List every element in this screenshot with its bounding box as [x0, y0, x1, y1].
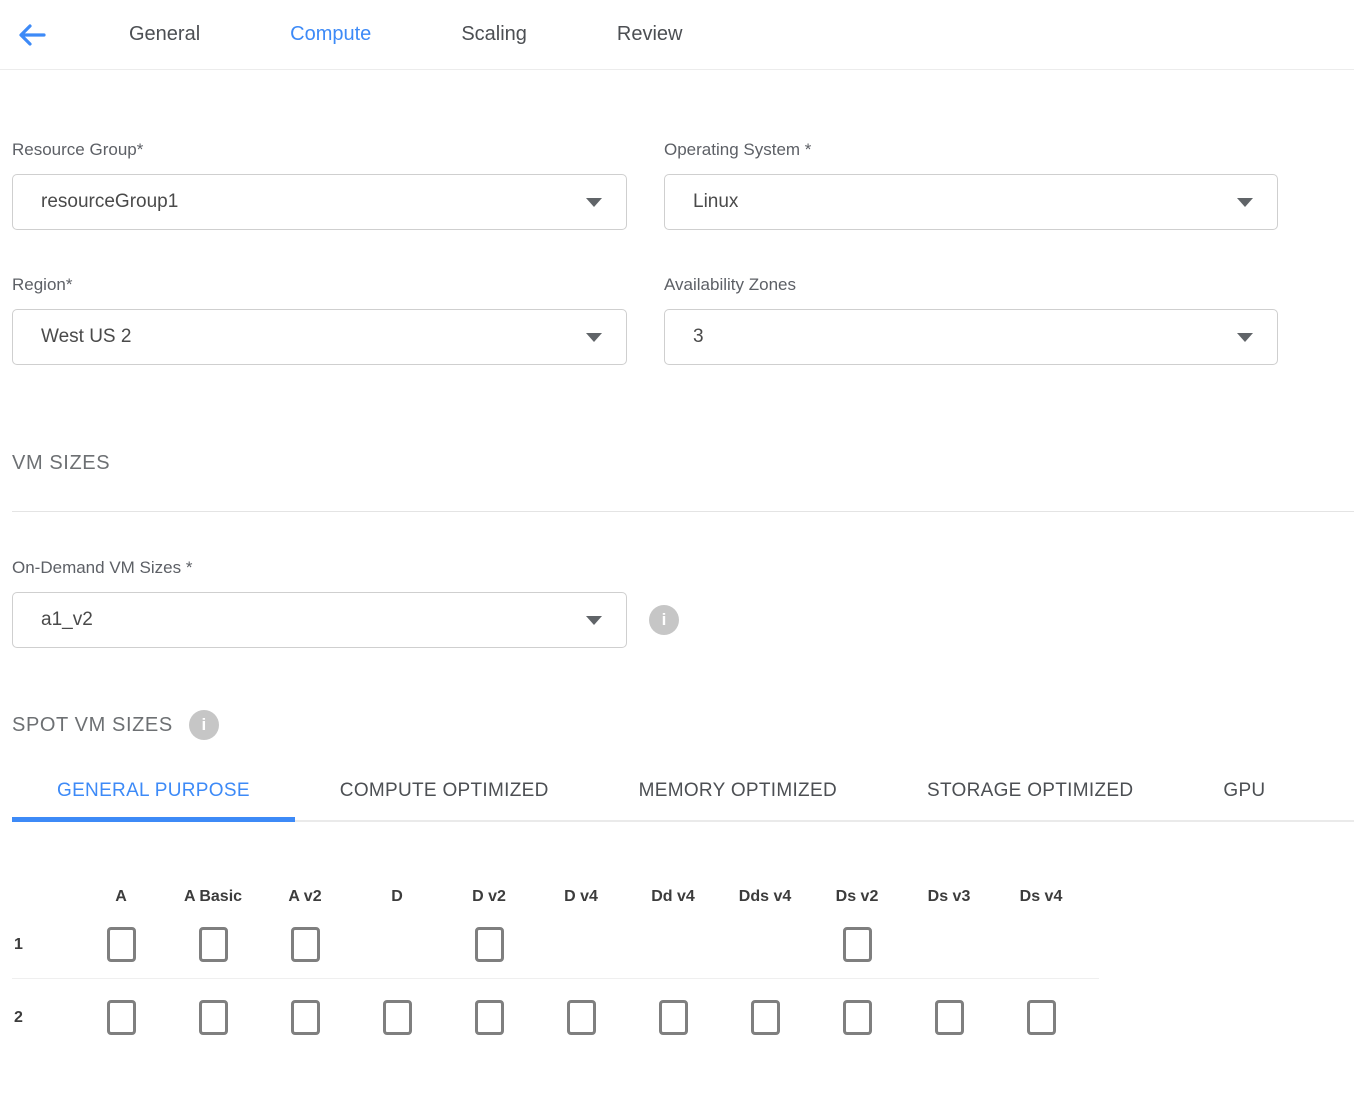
grid-cell [443, 1000, 535, 1035]
resource-group-label: Resource Group* [12, 140, 627, 160]
grid-cell [811, 1000, 903, 1035]
region-label: Region* [12, 275, 627, 295]
section-divider [12, 511, 1354, 512]
main-content: Resource Group* resourceGroup1 Operating… [0, 140, 1354, 1035]
info-icon[interactable]: i [189, 710, 219, 740]
top-navigation-bar: General Compute Scaling Review [0, 0, 1354, 70]
tab-general[interactable]: General [129, 23, 200, 46]
on-demand-vm-sizes-dropdown[interactable]: a1_v2 [12, 592, 627, 648]
dropdown-caret-icon [586, 198, 602, 207]
info-icon[interactable]: i [649, 605, 679, 635]
tab-compute[interactable]: Compute [290, 23, 371, 46]
column-header-d: D [351, 888, 443, 906]
checkbox-row2-dds-v4[interactable] [751, 1000, 780, 1035]
on-demand-vm-sizes-label: On-Demand VM Sizes * [12, 558, 1354, 578]
checkbox-row2-ds-v2[interactable] [843, 1000, 872, 1035]
row-label: 1 [12, 936, 75, 954]
spot-grid: AA BasicA v2DD v2D v4Dd v4Dds v4Ds v2Ds … [12, 888, 1354, 1035]
tab-gpu[interactable]: GPU [1178, 780, 1310, 820]
grid-cell [995, 1000, 1087, 1035]
column-header-a-basic: A Basic [167, 888, 259, 906]
back-button[interactable] [15, 18, 49, 52]
tab-compute-optimized[interactable]: COMPUTE OPTIMIZED [295, 780, 594, 820]
tab-scaling[interactable]: Scaling [461, 23, 527, 46]
on-demand-row: a1_v2 i [12, 592, 1354, 648]
grid-cell [167, 927, 259, 962]
operating-system-dropdown[interactable]: Linux [664, 174, 1278, 230]
grid-cell [75, 1000, 167, 1035]
on-demand-vm-sizes-value: a1_v2 [41, 609, 93, 631]
checkbox-row2-d[interactable] [383, 1000, 412, 1035]
tab-general-purpose[interactable]: GENERAL PURPOSE [12, 780, 295, 820]
dropdown-caret-icon [1237, 333, 1253, 342]
checkbox-row2-a-basic[interactable] [199, 1000, 228, 1035]
availability-zones-value: 3 [693, 326, 704, 348]
tab-storage-optimized[interactable]: STORAGE OPTIMIZED [882, 780, 1178, 820]
checkbox-row2-a[interactable] [107, 1000, 136, 1035]
grid-cell [75, 927, 167, 962]
column-header-ds-v2: Ds v2 [811, 888, 903, 906]
checkbox-row2-a-v2[interactable] [291, 1000, 320, 1035]
wizard-tabs: General Compute Scaling Review [129, 23, 683, 46]
availability-zones-label: Availability Zones [664, 275, 1278, 295]
column-header-a-v2: A v2 [259, 888, 351, 906]
operating-system-label: Operating System * [664, 140, 1278, 160]
dropdown-caret-icon [586, 616, 602, 625]
operating-system-value: Linux [693, 191, 738, 213]
resource-group-value: resourceGroup1 [41, 191, 178, 213]
tab-memory-optimized[interactable]: MEMORY OPTIMIZED [594, 780, 882, 820]
spot-vm-category-tabs: GENERAL PURPOSE COMPUTE OPTIMIZED MEMORY… [12, 780, 1354, 822]
field-availability-zones: Availability Zones 3 [664, 275, 1278, 365]
field-operating-system: Operating System * Linux [664, 140, 1278, 230]
grid-cell [811, 927, 903, 962]
checkbox-row1-a-basic[interactable] [199, 927, 228, 962]
checkbox-row1-a-v2[interactable] [291, 927, 320, 962]
checkbox-row1-a[interactable] [107, 927, 136, 962]
grid-cell [259, 1000, 351, 1035]
checkbox-row2-d-v4[interactable] [567, 1000, 596, 1035]
checkbox-row1-d-v2[interactable] [475, 927, 504, 962]
region-value: West US 2 [41, 326, 131, 348]
arrow-left-icon [16, 19, 48, 51]
form-fields: Resource Group* resourceGroup1 Operating… [12, 140, 1354, 365]
grid-cell [351, 1000, 443, 1035]
checkbox-row2-ds-v4[interactable] [1027, 1000, 1056, 1035]
column-header-ds-v4: Ds v4 [995, 888, 1087, 906]
spot-vm-sizes-header: SPOT VM SIZES i [12, 710, 1354, 740]
column-header-dd-v4: Dd v4 [627, 888, 719, 906]
column-header-d-v4: D v4 [535, 888, 627, 906]
grid-cell [443, 927, 535, 962]
grid-header-row: AA BasicA v2DD v2D v4Dd v4Dds v4Ds v2Ds … [12, 888, 1354, 906]
spot-vm-sizes-heading: SPOT VM SIZES [12, 714, 173, 737]
grid-cell [719, 1000, 811, 1035]
column-header-a: A [75, 888, 167, 906]
grid-row-1: 1 [12, 906, 1354, 962]
grid-cell [167, 1000, 259, 1035]
grid-cell [259, 927, 351, 962]
column-header-ds-v3: Ds v3 [903, 888, 995, 906]
resource-group-dropdown[interactable]: resourceGroup1 [12, 174, 627, 230]
column-header-dds-v4: Dds v4 [719, 888, 811, 906]
availability-zones-dropdown[interactable]: 3 [664, 309, 1278, 365]
checkbox-row1-ds-v2[interactable] [843, 927, 872, 962]
vm-sizes-heading: VM SIZES [12, 452, 1354, 475]
field-region: Region* West US 2 [12, 275, 627, 365]
dropdown-caret-icon [1237, 198, 1253, 207]
field-resource-group: Resource Group* resourceGroup1 [12, 140, 627, 230]
checkbox-row2-d-v2[interactable] [475, 1000, 504, 1035]
region-dropdown[interactable]: West US 2 [12, 309, 627, 365]
row-label: 2 [12, 1009, 75, 1027]
grid-cell [627, 1000, 719, 1035]
grid-cell [903, 1000, 995, 1035]
column-header-d-v2: D v2 [443, 888, 535, 906]
checkbox-row2-ds-v3[interactable] [935, 1000, 964, 1035]
grid-row-2: 2 [12, 979, 1354, 1035]
dropdown-caret-icon [586, 333, 602, 342]
checkbox-row2-dd-v4[interactable] [659, 1000, 688, 1035]
tab-review[interactable]: Review [617, 23, 683, 46]
grid-cell [535, 1000, 627, 1035]
